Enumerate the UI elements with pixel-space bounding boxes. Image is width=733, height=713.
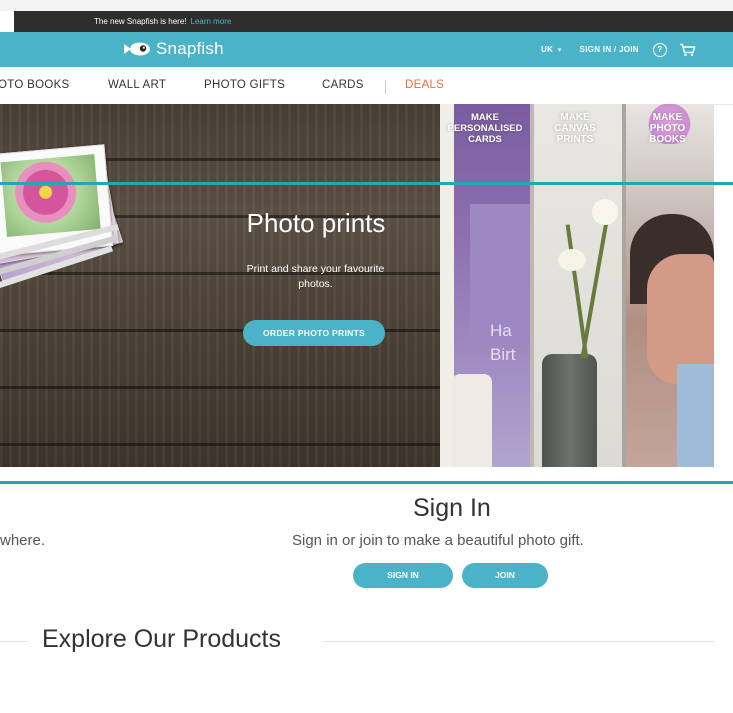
- explore-title: Explore Our Products: [42, 625, 281, 653]
- fish-logo-icon: [124, 42, 150, 56]
- announcement-bar: The new Snapfish is here! Learn more: [14, 11, 733, 32]
- signin-join-link[interactable]: SIGN IN / JOIN: [580, 45, 639, 54]
- explore-rule-left: [0, 641, 28, 642]
- panel-label-canvas: MAKE CANVAS PRINTS: [554, 112, 596, 145]
- nav-deals[interactable]: DEALS: [405, 79, 444, 91]
- brand-name: Snapfish: [156, 39, 224, 58]
- signin-title: Sign In: [413, 494, 491, 522]
- explore-rule-right: [322, 641, 715, 642]
- card-text: Ha Birt: [490, 321, 516, 364]
- cart-icon[interactable]: [679, 43, 696, 57]
- announcement-text: The new Snapfish is here!: [94, 17, 187, 26]
- caret-down-icon: ▾: [557, 47, 562, 54]
- nav-photo-books[interactable]: OTO BOOKS: [0, 79, 70, 91]
- panel-label-cards: MAKE PERSONALISED CARDS: [447, 112, 523, 145]
- region-selector[interactable]: UK ▾: [541, 45, 562, 54]
- nav-cards[interactable]: CARDS: [322, 79, 364, 91]
- signin-button[interactable]: SIGN IN: [353, 563, 453, 588]
- nav-photo-gifts[interactable]: PHOTO GIFTS: [204, 79, 285, 91]
- panel-label-books: MAKE PHOTO BOOKS: [649, 112, 686, 145]
- main-nav: OTO BOOKS WALL ART PHOTO GIFTS CARDS DEA…: [0, 67, 733, 105]
- order-photo-prints-button[interactable]: ORDER PHOTO PRINTS: [243, 320, 385, 346]
- hero-subtitle: Print and share your favourite photos.: [246, 263, 385, 290]
- signin-subtitle: Sign in or join to make a beautiful phot…: [292, 532, 584, 549]
- panel-personalised-cards[interactable]: MAKE PERSONALISED CARDS Ha Birt: [440, 104, 530, 467]
- nav-divider: [385, 80, 386, 94]
- teal-divider-bottom: [0, 481, 733, 484]
- header-actions: UK ▾ SIGN IN / JOIN ?: [541, 32, 696, 67]
- panel-photo-books[interactable]: MAKE PHOTO BOOKS: [622, 104, 714, 467]
- panel-canvas-prints[interactable]: MAKE CANVAS PRINTS: [530, 104, 622, 467]
- left-text-fragment: where.: [0, 532, 46, 549]
- help-icon[interactable]: ?: [652, 42, 667, 57]
- learn-more-link[interactable]: Learn more: [191, 17, 232, 26]
- join-button[interactable]: JOIN: [462, 563, 548, 588]
- nav-wall-art[interactable]: WALL ART: [108, 79, 166, 91]
- snapfish-logo[interactable]: Snapfish: [123, 38, 224, 60]
- region-label: UK: [541, 45, 554, 54]
- top-band: [0, 0, 733, 11]
- teal-divider-top: [0, 182, 733, 185]
- hero-title: Photo prints: [246, 208, 386, 238]
